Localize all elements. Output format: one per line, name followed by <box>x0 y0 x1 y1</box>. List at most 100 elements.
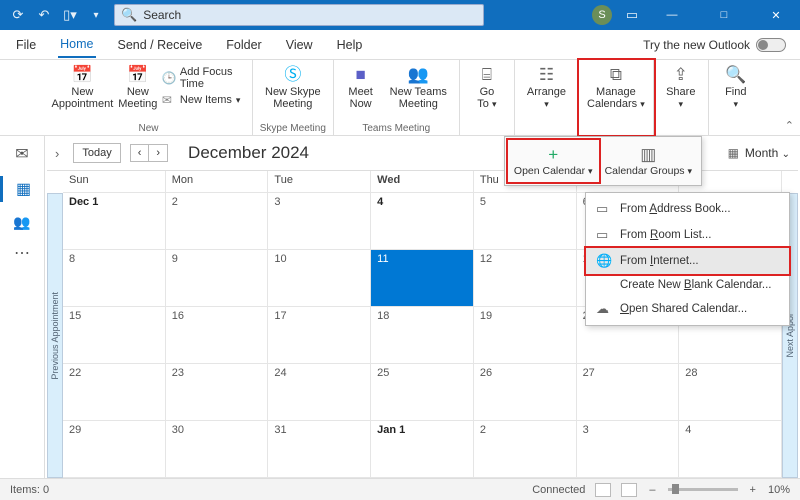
view-normal-button[interactable] <box>595 483 611 497</box>
calendar-groups-icon: ▥ <box>640 144 656 166</box>
skype-icon: Ⓢ <box>284 65 301 85</box>
calendar-cell[interactable]: 30 <box>166 421 269 478</box>
search-input[interactable]: 🔍 Search <box>114 4 484 26</box>
minimize-button[interactable]: — <box>652 0 692 30</box>
calendar-cell[interactable]: 9 <box>166 250 269 307</box>
nav-calendar-icon[interactable]: ▦ <box>0 176 44 202</box>
refresh-icon[interactable]: ⟳ <box>10 7 26 23</box>
day-header: Tue <box>268 171 371 193</box>
tab-view[interactable]: View <box>284 33 315 57</box>
manage-calendars-button[interactable]: ⧉ Manage Calendars ▾ <box>581 62 651 120</box>
today-button[interactable]: Today <box>73 143 120 163</box>
group-label-new: New <box>138 122 158 135</box>
share-button[interactable]: ⇪ Share▾ <box>660 62 702 122</box>
clock-icon: 🕒 <box>162 71 176 85</box>
address-book-icon: ▭ <box>596 201 612 217</box>
maximize-button[interactable]: □ <box>704 0 744 30</box>
meet-now-button[interactable]: ■ Meet Now <box>340 62 382 122</box>
calendar-cell[interactable]: 16 <box>166 307 269 364</box>
open-calendar-button[interactable]: + Open Calendar ▾ <box>508 140 599 182</box>
calendar-cell[interactable]: Dec 1 <box>63 193 166 250</box>
from-internet-item[interactable]: 🌐From Internet... <box>586 248 789 274</box>
create-blank-calendar-item[interactable]: Create New Blank Calendar... <box>586 274 789 296</box>
zoom-slider[interactable] <box>668 488 738 491</box>
next-month-button[interactable]: › <box>148 144 168 162</box>
new-items-button[interactable]: ✉New Items▾ <box>162 93 242 107</box>
tab-folder[interactable]: Folder <box>224 33 263 57</box>
new-meeting-button[interactable]: 📅 New Meeting <box>116 62 160 122</box>
prev-month-button[interactable]: ‹ <box>130 144 150 162</box>
calendar-cell[interactable]: 28 <box>679 364 782 421</box>
calendar-cell[interactable]: 17 <box>268 307 371 364</box>
tab-help[interactable]: Help <box>335 33 365 57</box>
calendar-groups-button[interactable]: ▥ Calendar Groups ▾ <box>599 140 698 182</box>
zoom-out-button[interactable]: – <box>647 484 657 496</box>
zoom-in-button[interactable]: + <box>748 484 758 496</box>
open-shared-calendar-item[interactable]: ☁Open Shared Calendar... <box>586 296 789 322</box>
calendar-cell[interactable]: 3 <box>577 421 680 478</box>
calendar-cell[interactable]: Jan 1 <box>371 421 474 478</box>
tab-file[interactable]: File <box>14 33 38 57</box>
calendar-cell[interactable]: 19 <box>474 307 577 364</box>
tab-send-receive[interactable]: Send / Receive <box>116 33 205 57</box>
view-reading-button[interactable] <box>621 483 637 497</box>
nav-people-icon[interactable]: 👥 <box>13 214 30 231</box>
menubar: File Home Send / Receive Folder View Hel… <box>0 30 800 60</box>
calendar-cell[interactable]: 3 <box>268 193 371 250</box>
calendar-cell[interactable]: 27 <box>577 364 680 421</box>
calendar-cell[interactable]: 24 <box>268 364 371 421</box>
calendar-cell[interactable]: 15 <box>63 307 166 364</box>
shared-icon: ☁ <box>596 301 612 317</box>
close-button[interactable]: ✕ <box>756 0 796 30</box>
calendar-cell[interactable]: 18 <box>371 307 474 364</box>
find-icon: 🔍 <box>725 65 746 85</box>
from-address-book-item[interactable]: ▭From Address Book... <box>586 196 789 222</box>
view-month-icon: ▦ <box>728 146 739 160</box>
nav-more-icon[interactable]: ⋯ <box>14 243 30 263</box>
collapse-folder-pane-icon[interactable]: › <box>55 146 59 161</box>
calendar-cell[interactable]: 2 <box>166 193 269 250</box>
calendar-cell[interactable]: 8 <box>63 250 166 307</box>
window-mode-icon[interactable]: ▭ <box>624 7 640 23</box>
calendar-cell[interactable]: 23 <box>166 364 269 421</box>
calendar-cell[interactable]: 22 <box>63 364 166 421</box>
calendar-cell[interactable]: 2 <box>474 421 577 478</box>
avatar[interactable]: S <box>592 5 612 25</box>
try-new-outlook-toggle[interactable] <box>756 38 786 52</box>
archive-icon[interactable]: ▯▾ <box>62 7 78 23</box>
globe-icon: 🌐 <box>596 253 612 269</box>
calendar-cell[interactable]: 4 <box>371 193 474 250</box>
connection-status: Connected <box>532 484 585 496</box>
qat-overflow-icon[interactable]: ▾ <box>88 7 104 23</box>
titlebar: ⟳ ↶ ▯▾ ▾ 🔍 Search S ▭ — □ ✕ <box>0 0 800 30</box>
calendar-cell[interactable]: 29 <box>63 421 166 478</box>
calendar-cell[interactable]: 10 <box>268 250 371 307</box>
find-button[interactable]: 🔍 Find▾ <box>715 62 757 122</box>
undo-icon[interactable]: ↶ <box>36 7 52 23</box>
calendar-cell[interactable]: 25 <box>371 364 474 421</box>
nav-mail-icon[interactable]: ✉ <box>15 144 28 164</box>
calendar-cell[interactable]: 31 <box>268 421 371 478</box>
from-room-list-item[interactable]: ▭From Room List... <box>586 222 789 248</box>
calendar-cell[interactable]: 12 <box>474 250 577 307</box>
new-appointment-button[interactable]: 📅 New Appointment <box>51 62 114 122</box>
try-new-outlook-label: Try the new Outlook <box>643 38 750 52</box>
tab-home[interactable]: Home <box>58 32 95 58</box>
calendar-cell[interactable]: 5 <box>474 193 577 250</box>
collapse-ribbon-icon[interactable]: ⌃ <box>785 119 794 132</box>
calendar-cell[interactable]: 26 <box>474 364 577 421</box>
prev-appointment-gutter[interactable]: Previous Appointment <box>47 193 63 478</box>
view-month-button[interactable]: Month ⌄ <box>745 146 790 160</box>
group-label-teams: Teams Meeting <box>362 122 430 135</box>
calendar-meeting-icon: 📅 <box>127 65 148 85</box>
calendar-cell[interactable]: 4 <box>679 421 782 478</box>
go-to-button[interactable]: ⌸ Go To ▾ <box>466 62 508 122</box>
arrange-button[interactable]: ☷ Arrange▾ <box>521 62 572 122</box>
new-teams-meeting-button[interactable]: 👥 New Teams Meeting <box>384 62 453 122</box>
calendar-cell[interactable]: 11 <box>371 250 474 307</box>
open-calendar-menu: ▭From Address Book... ▭From Room List...… <box>585 192 790 326</box>
items-count: Items: 0 <box>10 484 49 496</box>
add-focus-time-button[interactable]: 🕒Add Focus Time <box>162 66 242 90</box>
day-header: Mon <box>166 171 269 193</box>
new-skype-meeting-button[interactable]: Ⓢ New Skype Meeting <box>259 62 327 122</box>
